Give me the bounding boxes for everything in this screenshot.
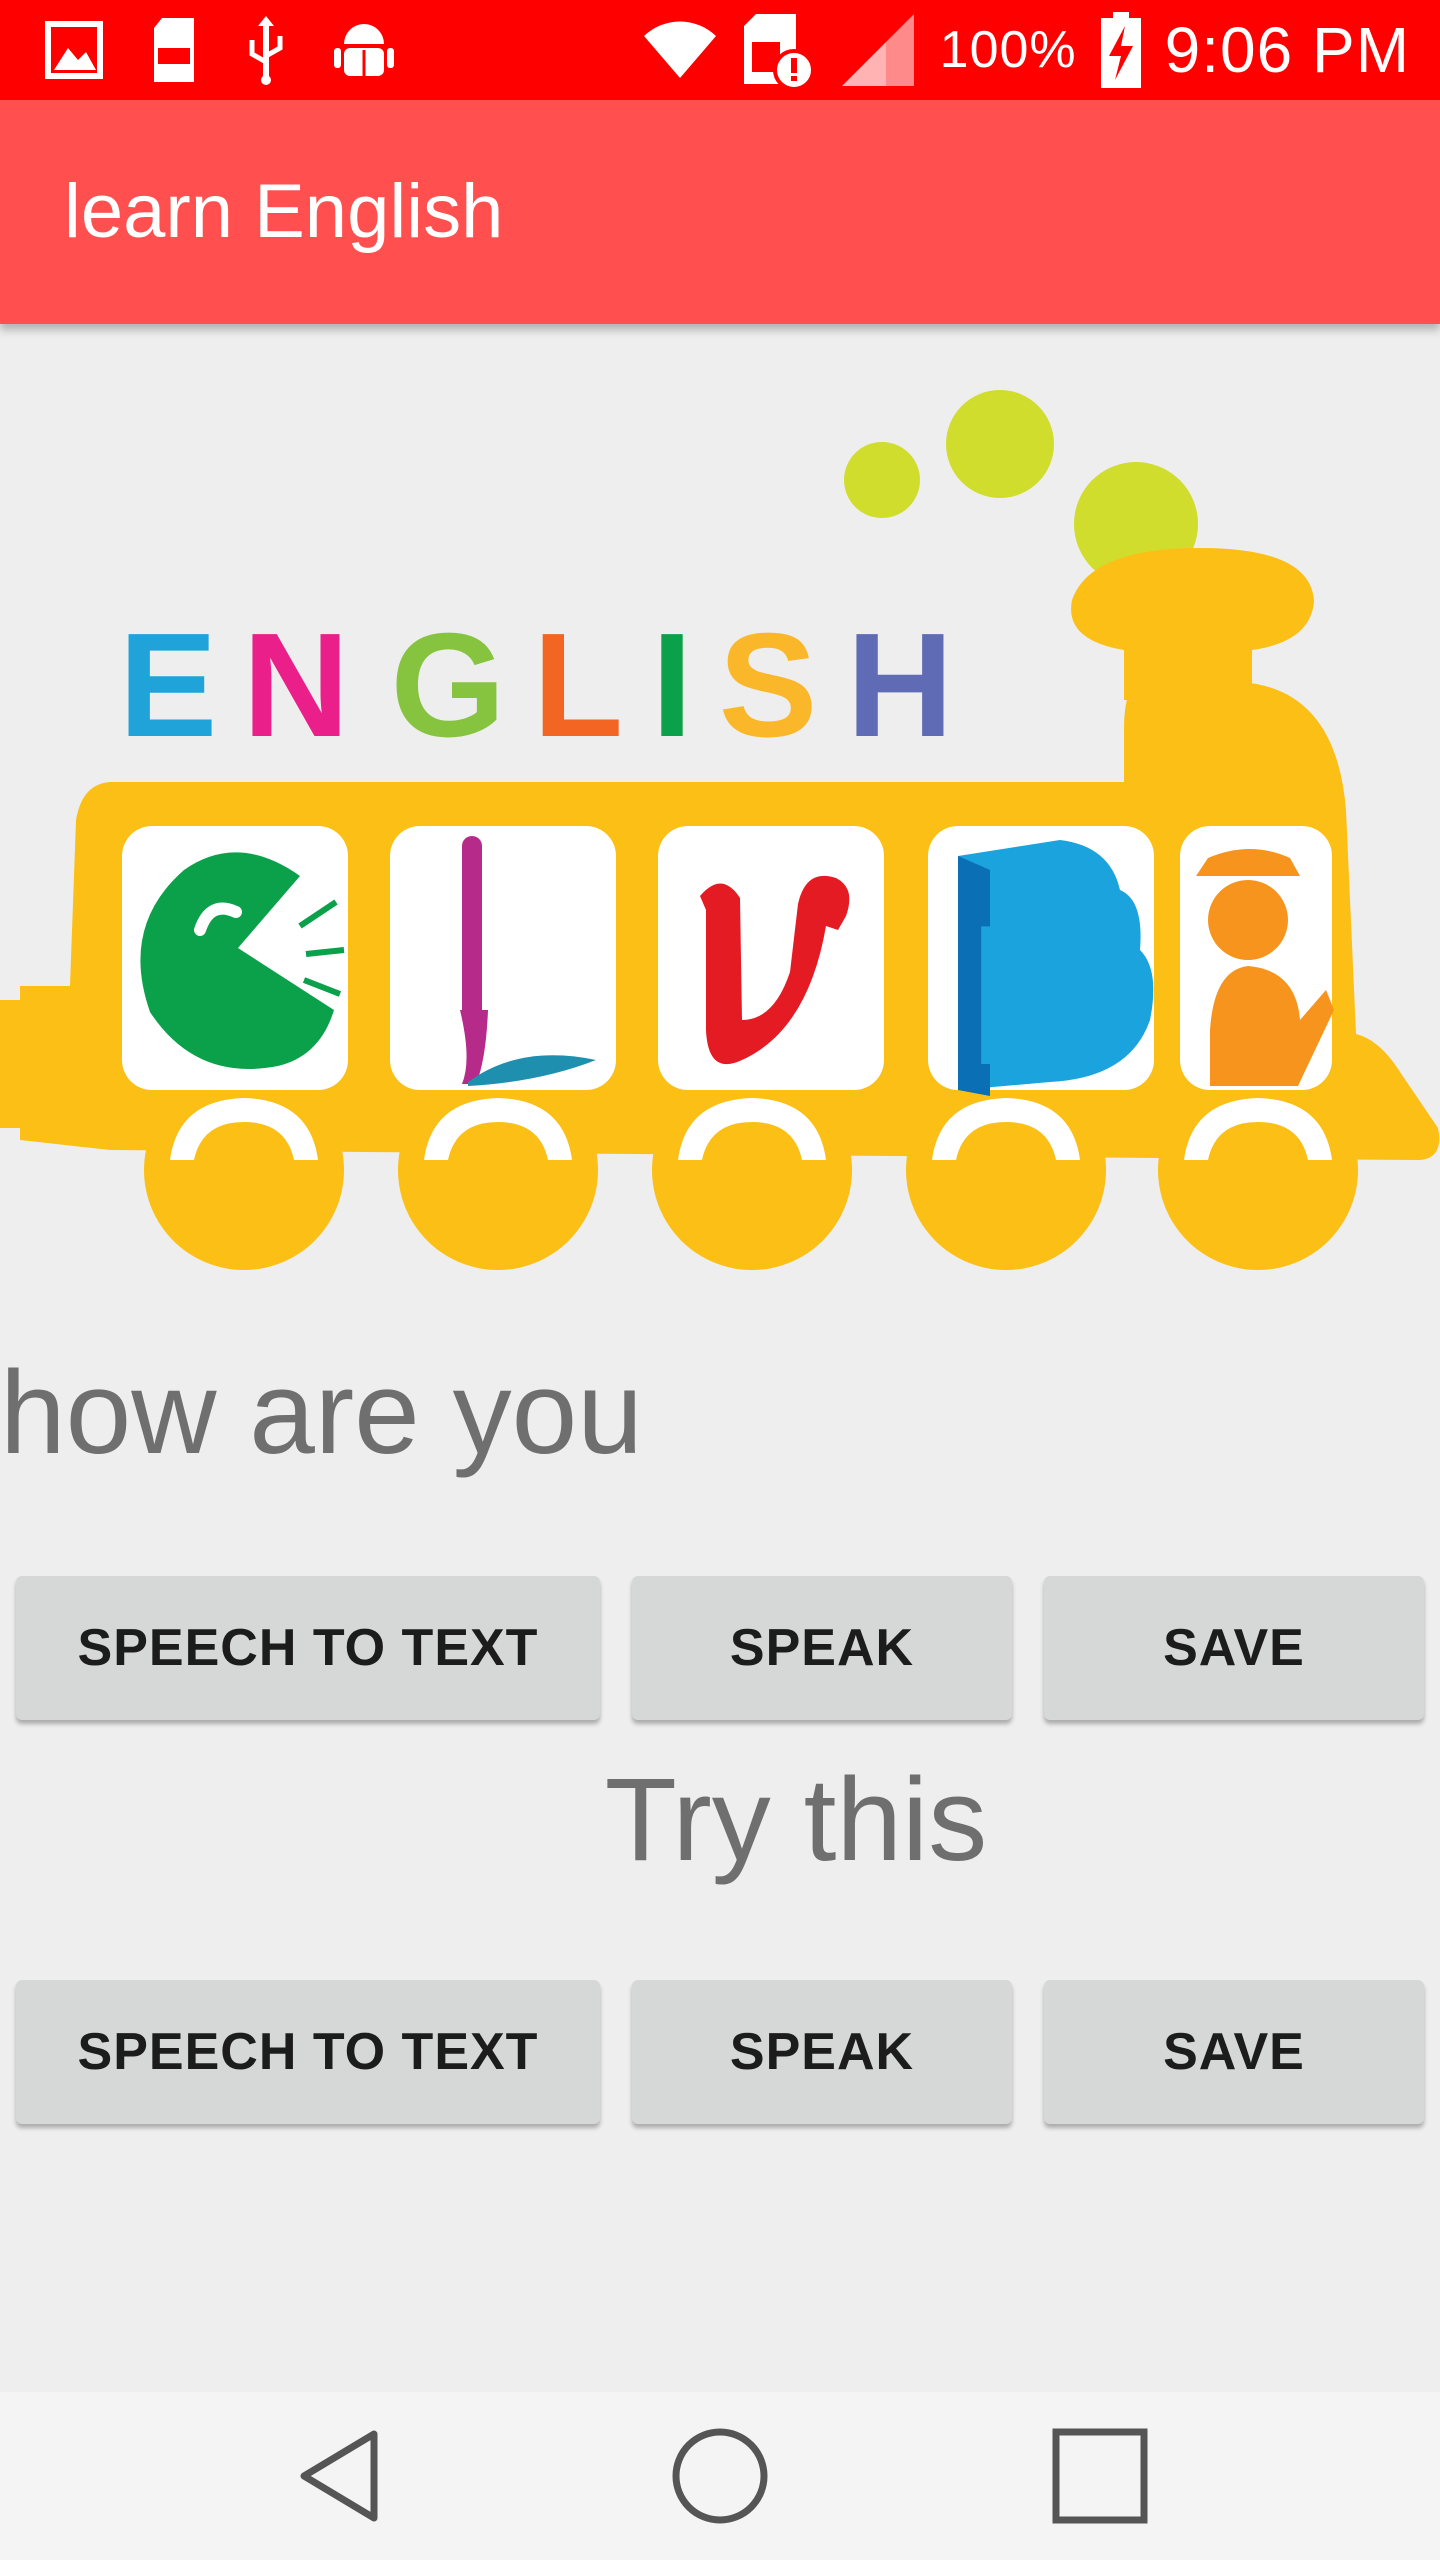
speech-to-text-button[interactable]: SPEECH TO TEXT [16,1576,600,1720]
back-button[interactable] [240,2392,440,2560]
screen: 100% 9:06 PM learn English E N G L I S H [0,0,1440,2560]
letter-e: E [119,603,218,768]
smoke-puff [844,442,920,518]
recents-button[interactable] [1000,2392,1200,2560]
smoke-puff [946,390,1054,498]
gallery-icon [45,21,103,79]
recents-icon [1052,2428,1148,2524]
app-title: learn English [64,169,504,254]
status-time: 9:06 PM [1164,14,1410,86]
b-book-letter: B [968,884,1112,1107]
speech-to-text-button-2[interactable]: SPEECH TO TEXT [16,1980,600,2124]
navigation-bar [0,2392,1440,2560]
letter-h: H [847,603,954,768]
save-button-2[interactable]: SAVE [1044,1980,1424,2124]
speak-button-2[interactable]: SPEAK [632,1980,1012,2124]
signal-icon [841,14,914,86]
letter-l: L [533,603,623,768]
app-bar: learn English [0,100,1440,324]
phrase-text: how are you [0,1347,643,1479]
home-button[interactable] [620,2392,820,2560]
english-lettering: E N G L I S H [119,603,954,768]
home-icon [672,2428,768,2524]
status-bar: 100% 9:06 PM [0,0,1440,100]
status-notification-icons [44,14,396,86]
back-icon [300,2430,378,2522]
try-this-label: Try this [604,1754,988,1886]
letter-i: I [651,603,692,768]
speak-button[interactable]: SPEAK [632,1576,1012,1720]
battery-percent: 100% [939,21,1077,79]
window [658,826,884,1090]
sim-alert-icon [743,14,815,91]
english-club-banner: E N G L I S H B [0,390,1440,1270]
battery-charging-icon [1100,12,1141,88]
sd-card-100-icon [154,18,194,82]
status-system-icons: 100% 9:06 PM [642,0,1410,100]
train-chimney [1071,548,1314,700]
save-button[interactable]: SAVE [1044,1576,1424,1720]
wifi-icon [643,21,716,79]
window [390,826,616,1090]
letter-n: N [243,603,350,768]
android-debug-icon [334,24,394,76]
letter-g: G [390,603,505,768]
letter-s: S [719,603,818,768]
usb-icon [249,16,283,85]
